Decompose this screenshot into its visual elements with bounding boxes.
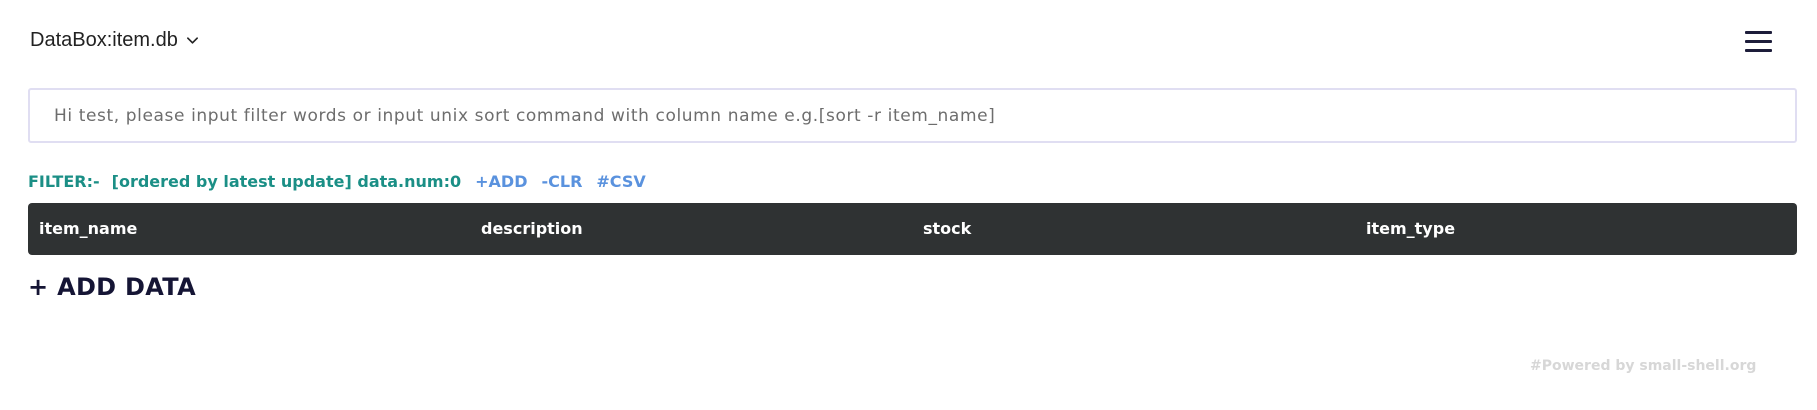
order-info: [ordered by latest update] data.num:0 xyxy=(111,172,462,191)
csv-link[interactable]: #CSV xyxy=(596,172,645,191)
table-header: item_name description stock item_type xyxy=(28,203,1797,255)
column-header-item-type[interactable]: item_type xyxy=(1366,203,1455,255)
database-name: DataBox:item.db xyxy=(30,29,178,51)
column-header-stock[interactable]: stock xyxy=(923,203,971,255)
column-header-description[interactable]: description xyxy=(481,203,583,255)
column-header-item-name[interactable]: item_name xyxy=(39,203,137,255)
chevron-down-icon xyxy=(186,37,198,44)
page: DataBox:item.db FILTER:- [ordered by lat… xyxy=(0,0,1817,410)
hamburger-menu-icon[interactable] xyxy=(1745,31,1775,53)
filter-status-bar: FILTER:- [ordered by latest update] data… xyxy=(28,172,646,191)
clear-link[interactable]: -CLR xyxy=(541,172,582,191)
filter-label: FILTER:- xyxy=(28,172,100,191)
powered-by-link[interactable]: #Powered by small-shell.org xyxy=(1530,358,1756,374)
database-selector[interactable]: DataBox:item.db xyxy=(30,29,199,52)
add-link[interactable]: +ADD xyxy=(475,172,527,191)
add-data-button[interactable]: + ADD DATA xyxy=(28,273,196,301)
filter-input[interactable] xyxy=(28,88,1797,143)
